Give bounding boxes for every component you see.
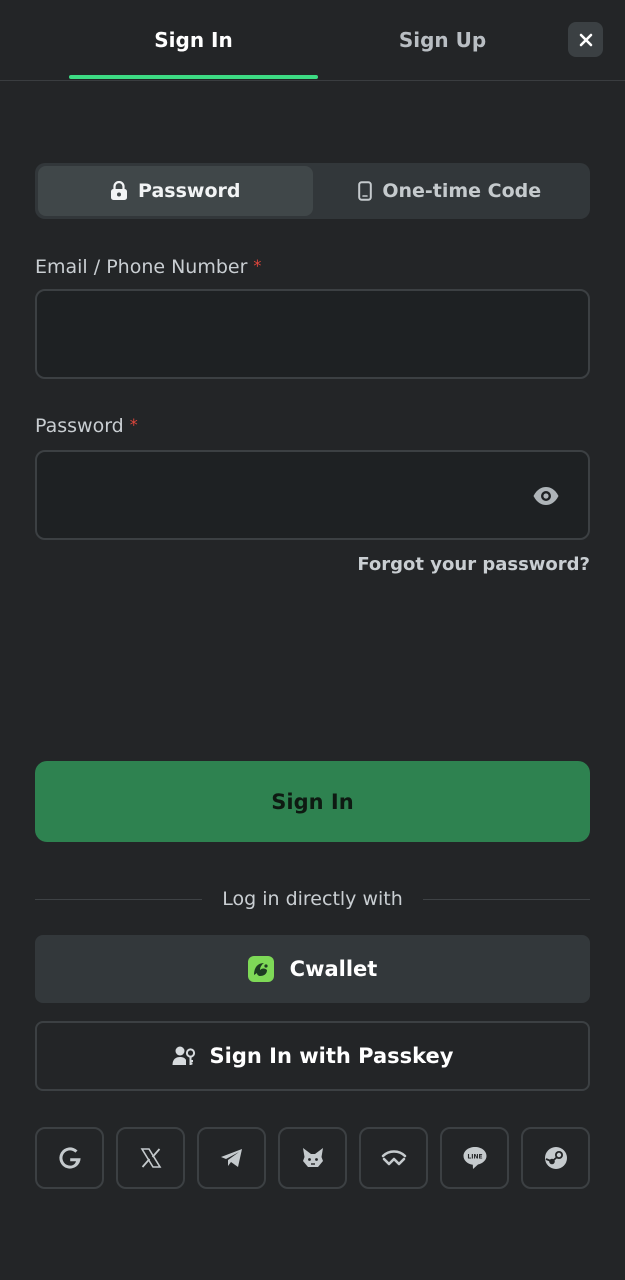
passkey-button[interactable]: Sign In with Passkey xyxy=(35,1021,590,1091)
walletconnect-login-button[interactable] xyxy=(359,1127,428,1189)
sign-in-button[interactable]: Sign In xyxy=(35,761,590,842)
login-directly-divider: Log in directly with xyxy=(35,884,590,914)
metamask-login-button[interactable] xyxy=(278,1127,347,1189)
required-mark: * xyxy=(253,256,262,275)
password-label-text: Password xyxy=(35,415,124,437)
divider-line-left xyxy=(35,898,203,900)
sign-in-modal: Sign In Sign Up Password One-time Code E… xyxy=(0,0,625,1280)
tab-sign-up[interactable]: Sign Up xyxy=(318,0,567,80)
password-field-wrapper xyxy=(35,450,590,540)
cwallet-button[interactable]: Cwallet xyxy=(35,935,590,1003)
password-method-label: Password xyxy=(138,180,241,202)
otp-method-button[interactable]: One-time Code xyxy=(313,166,588,216)
line-icon: LINE xyxy=(463,1147,486,1169)
walletconnect-icon xyxy=(381,1150,406,1166)
passkey-label: Sign In with Passkey xyxy=(209,1044,454,1068)
telegram-login-button[interactable] xyxy=(197,1127,266,1189)
social-login-row: LINE xyxy=(35,1127,590,1189)
tab-sign-in[interactable]: Sign In xyxy=(69,0,318,80)
metamask-icon xyxy=(302,1148,323,1167)
auth-tabs: Sign In Sign Up xyxy=(0,0,625,81)
steam-icon xyxy=(544,1147,567,1169)
email-label: Email / Phone Number * xyxy=(35,256,261,278)
show-password-eye-icon[interactable] xyxy=(532,485,560,507)
cwallet-label: Cwallet xyxy=(289,957,378,981)
steam-login-button[interactable] xyxy=(521,1127,590,1189)
cwallet-icon xyxy=(247,956,274,982)
password-label: Password * xyxy=(35,415,138,437)
divider-text: Log in directly with xyxy=(222,888,403,910)
passkey-icon xyxy=(172,1046,195,1065)
forgot-password-link[interactable]: Forgot your password? xyxy=(357,554,590,575)
email-label-text: Email / Phone Number xyxy=(35,256,248,278)
close-button[interactable] xyxy=(568,22,603,57)
telegram-icon xyxy=(220,1149,242,1167)
password-field[interactable] xyxy=(37,452,588,538)
google-login-button[interactable] xyxy=(35,1127,104,1189)
divider-line-right xyxy=(422,898,590,900)
email-field-wrapper xyxy=(35,289,590,379)
email-field[interactable] xyxy=(37,291,588,377)
line-login-button[interactable]: LINE xyxy=(440,1127,509,1189)
phone-icon xyxy=(358,181,373,201)
otp-method-label: One-time Code xyxy=(382,180,542,202)
active-tab-indicator xyxy=(69,75,318,79)
google-icon xyxy=(58,1147,81,1169)
login-method-toggle: Password One-time Code xyxy=(35,163,590,219)
required-mark: * xyxy=(129,415,138,434)
svg-text:LINE: LINE xyxy=(467,1154,482,1161)
close-icon xyxy=(579,33,592,46)
x-icon xyxy=(140,1148,161,1168)
lock-icon xyxy=(111,181,128,200)
password-method-button[interactable]: Password xyxy=(38,166,313,216)
x-login-button[interactable] xyxy=(116,1127,185,1189)
